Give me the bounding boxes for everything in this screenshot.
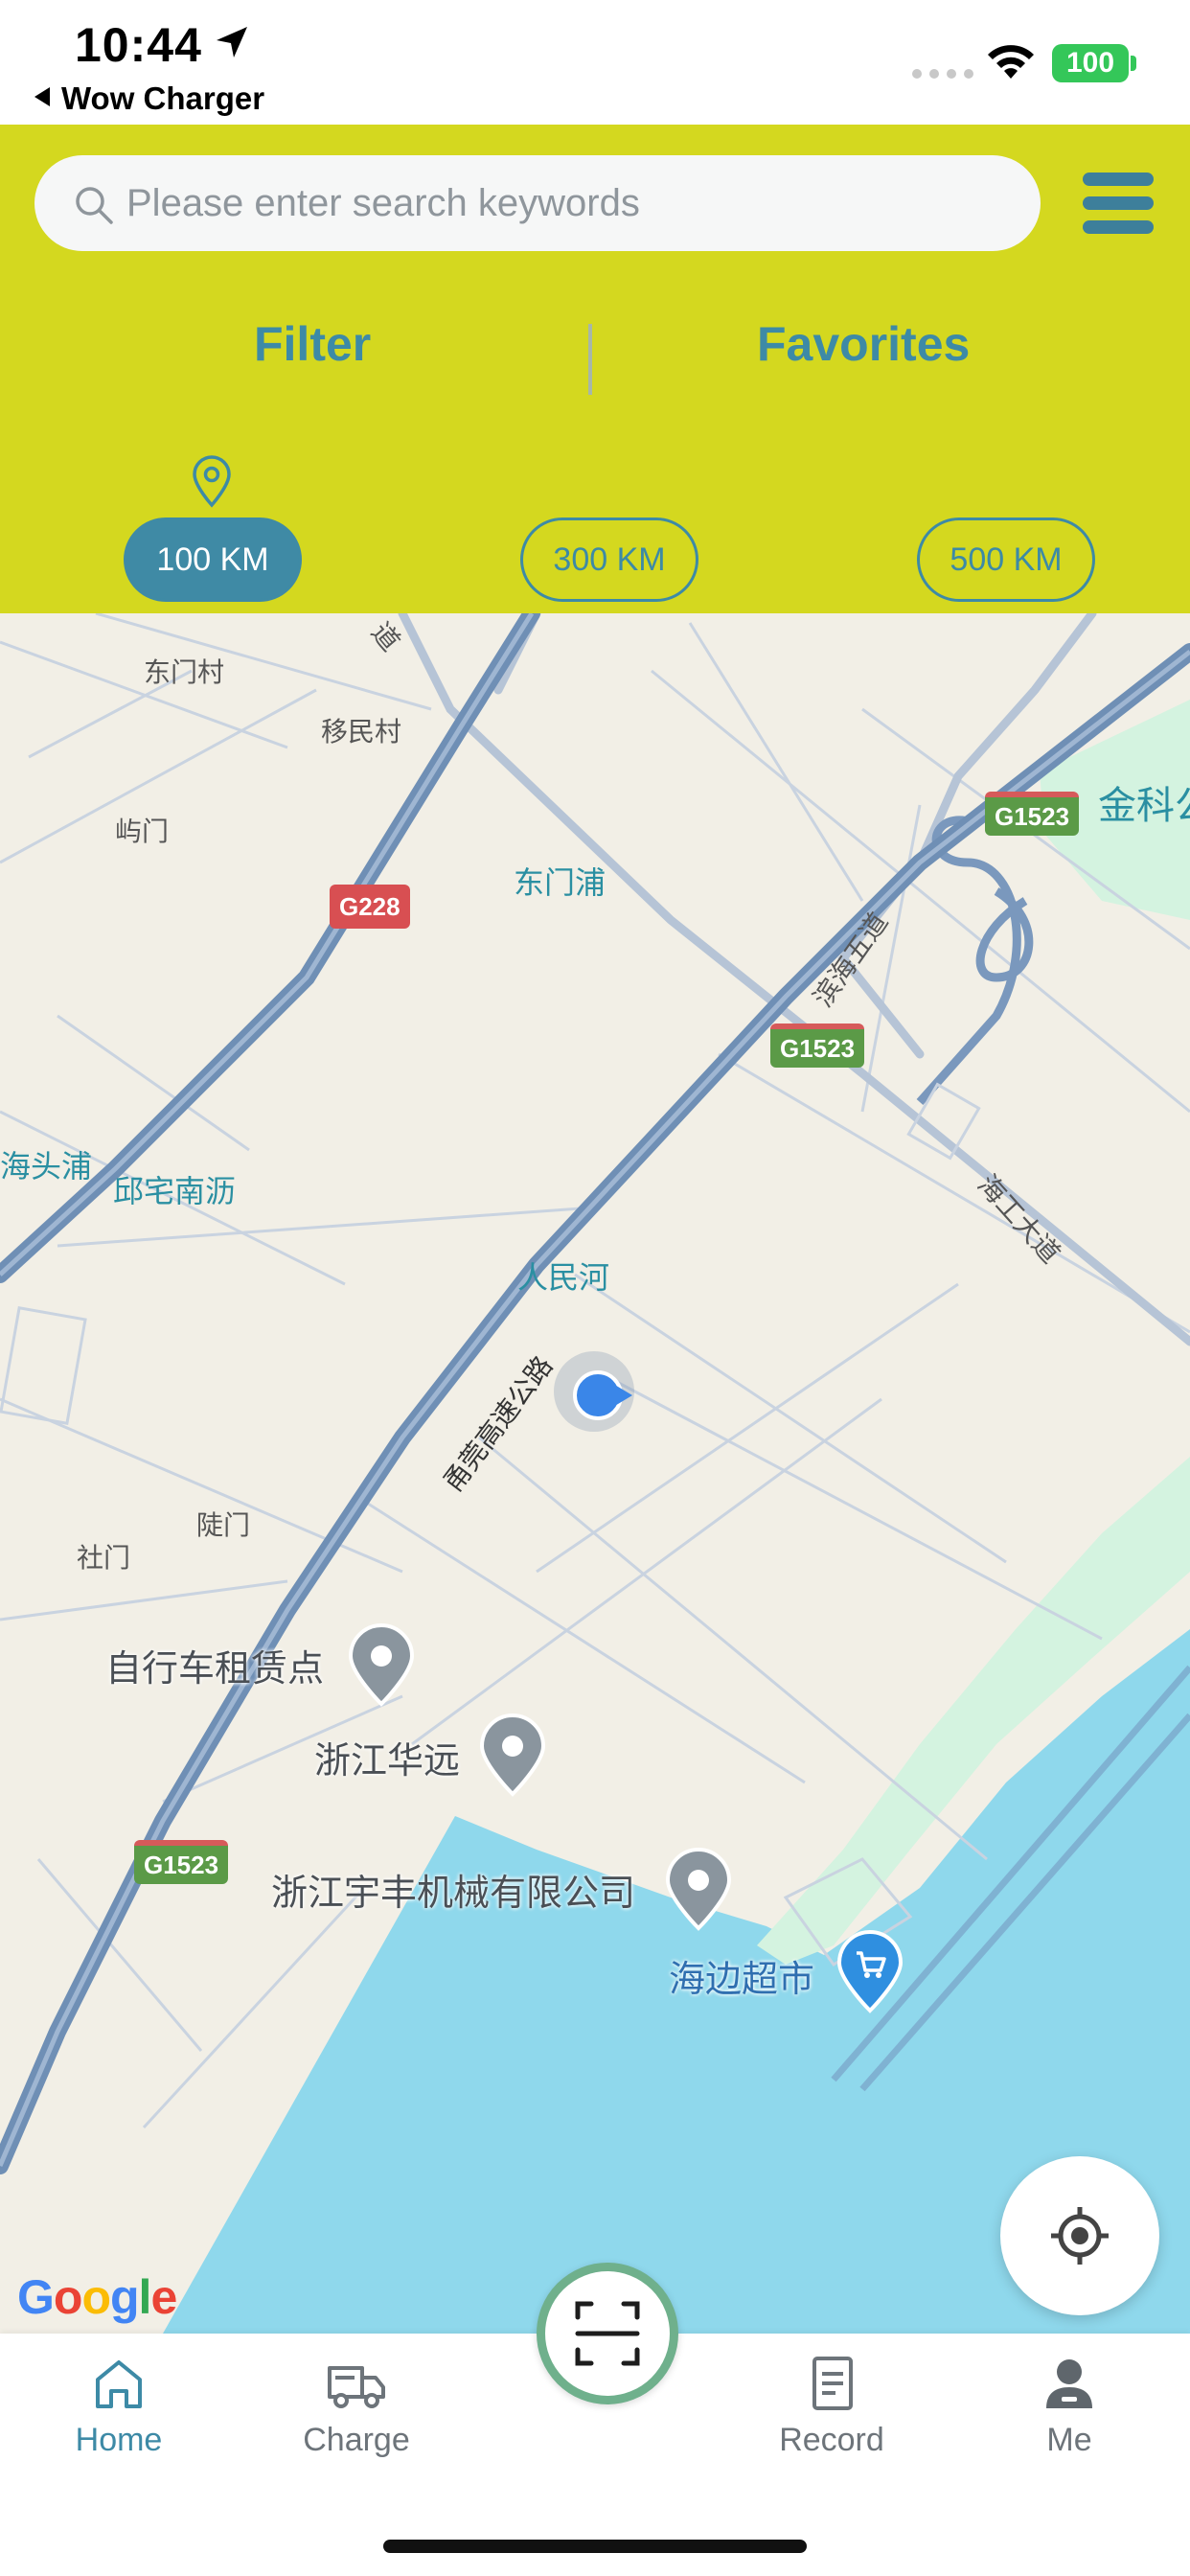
map-place-label: 东门浦 [514,865,606,900]
home-icon [96,2360,142,2408]
document-icon [812,2357,853,2410]
map-place-label: 金科公 [1098,785,1190,827]
battery-tip [1131,56,1136,71]
location-arrow-icon [217,27,247,58]
nav-home-label: Home [75,2422,163,2458]
highway-shield: G1523 [770,1024,865,1068]
cart-pin-icon[interactable] [835,1930,904,2014]
google-logo: Google [17,2270,177,2324]
tab-favorites[interactable]: Favorites [757,316,970,372]
user-heading-icon [613,1384,632,1407]
highway-shield: G228 [330,885,410,929]
map-place-label: 人民河 [517,1260,610,1295]
header: Filter Favorites 100 KM 300 KM 500 KM [0,125,1190,613]
map-place-label: 海头浦 [0,1149,93,1184]
poi-pin-icon[interactable] [478,1714,547,1798]
map-place-label: 社门 [77,1543,131,1573]
cellular-signal-icon [912,69,973,79]
distance-500km-button[interactable]: 500 KM [917,518,1095,602]
nav-charge[interactable]: Charge [261,2355,452,2459]
tab-filter[interactable]: Filter [254,316,371,372]
map-view[interactable]: 东门村 移民村 屿门 东门浦 海头浦 邱宅南沥 人民河 陡门 社门 金科公 滨海… [0,613,1190,2334]
map-place-label: 邱宅南沥 [113,1174,237,1208]
poi-label: 海边超市 [669,1960,815,2000]
status-bar: 10:44 Wow Charger 100 [0,0,1190,125]
back-arrow-icon [34,87,50,106]
nav-me[interactable]: Me [973,2355,1165,2459]
highway-shield: G1523 [134,1840,229,1884]
scan-button[interactable] [537,2263,678,2404]
menu-icon[interactable] [1083,172,1154,234]
nav-home[interactable]: Home [23,2355,215,2459]
poi-pin-icon[interactable] [664,1848,733,1932]
map-place-label: 东门村 [144,657,225,687]
back-app-label: Wow Charger [61,80,265,116]
nav-record[interactable]: Record [736,2355,927,2459]
back-to-app-link[interactable]: Wow Charger [34,80,264,117]
poi-label: 自行车租赁点 [105,1649,325,1690]
nav-charge-label: Charge [303,2422,410,2458]
locate-me-button[interactable] [1000,2156,1159,2315]
search-input[interactable] [126,155,1018,251]
locate-icon [1051,2207,1109,2265]
distance-300km-button[interactable]: 300 KM [520,518,698,602]
poi-label: 浙江华远 [314,1741,461,1782]
map-place-label: 陡门 [196,1510,251,1540]
wifi-icon [988,45,1034,79]
highway-shield: G1523 [985,792,1080,836]
distance-100km-button[interactable]: 100 KM [124,518,302,602]
poi-pin-icon[interactable] [347,1623,416,1708]
nav-me-label: Me [1046,2422,1092,2458]
map-place-label: 屿门 [115,816,170,846]
home-indicator [383,2540,807,2553]
search-bar[interactable] [34,155,1041,251]
user-icon [1046,2359,1092,2408]
status-time: 10:44 [75,18,202,72]
nav-record-label: Record [779,2422,884,2458]
battery-indicator: 100 [1052,44,1129,82]
poi-label: 浙江宇丰机械有限公司 [271,1874,636,1914]
pin-icon [193,455,231,508]
map-place-label: 移民村 [321,717,402,747]
truck-icon [328,2366,385,2408]
tab-divider [588,324,592,395]
scan-icon [575,2301,640,2366]
search-icon [76,187,113,224]
